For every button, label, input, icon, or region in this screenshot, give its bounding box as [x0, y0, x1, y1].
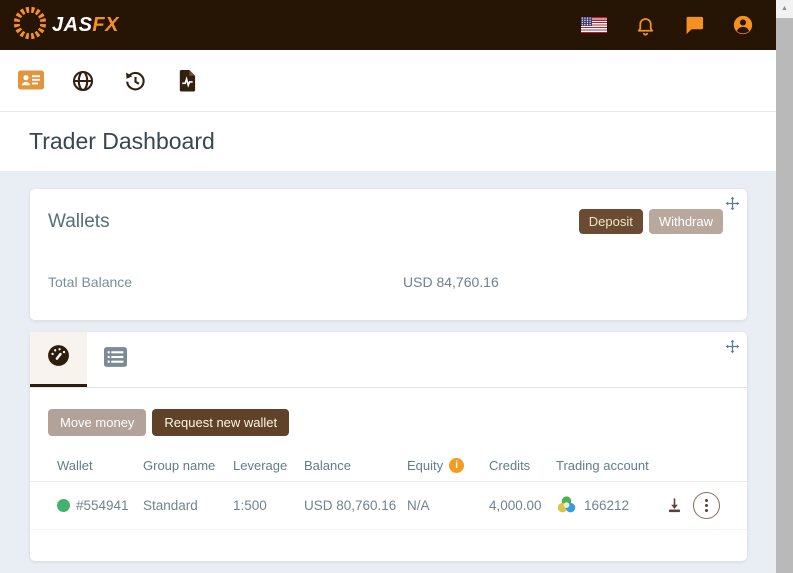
header-balance: Balance	[304, 457, 351, 473]
status-dot-icon	[57, 499, 70, 512]
wallet-actions: Move money Request new wallet	[48, 409, 747, 436]
notifications-bell-icon[interactable]	[635, 15, 656, 36]
deposit-button[interactable]: Deposit	[578, 209, 643, 234]
accounts-tabs	[30, 332, 747, 388]
header-group-name: Group name	[143, 457, 216, 473]
trading-account-cell: 166212	[556, 494, 660, 518]
leverage-cell: 1:500	[233, 498, 267, 513]
equity-cell: N/A	[407, 498, 430, 513]
credits-cell: 4,000.00	[489, 498, 542, 513]
move-money-button[interactable]: Move money	[48, 409, 147, 436]
language-flag-icon[interactable]	[581, 17, 607, 33]
balance-cell: USD 80,760.16	[304, 498, 397, 513]
topbar-actions	[581, 14, 754, 36]
accounts-card: Move money Request new wallet Wallet Gro…	[30, 332, 747, 561]
wallets-card: Wallets Deposit Withdraw Total Balance U…	[30, 189, 747, 320]
wallet-id: #554941	[76, 498, 129, 513]
mt5-platform-icon	[556, 494, 577, 518]
total-balance-value: USD 84,760.16	[403, 274, 499, 290]
move-card-icon[interactable]	[725, 196, 740, 216]
header-wallet: Wallet	[57, 457, 93, 473]
withdraw-button[interactable]: Withdraw	[648, 209, 723, 234]
main-area: JASFX Trader Dashboard Wallets Deposit W…	[0, 0, 776, 573]
scroll-up-button[interactable]: ▲	[776, 0, 793, 17]
request-new-wallet-button[interactable]: Request new wallet	[152, 409, 290, 436]
trading-account-number: 166212	[584, 498, 630, 513]
wallets-card-header: Wallets Deposit Withdraw	[48, 209, 727, 234]
logo-text: JASFX	[52, 13, 119, 36]
header-trading-account: Trading account	[556, 457, 649, 473]
logo-ring-icon	[12, 5, 48, 46]
header-credits: Credits	[489, 457, 531, 473]
download-icon[interactable]	[665, 496, 684, 515]
row-menu-kebab-icon[interactable]	[693, 492, 720, 519]
account-icon[interactable]	[732, 14, 754, 36]
list-icon	[104, 347, 127, 372]
scrollbar-thumb[interactable]	[776, 18, 793, 573]
wallet-table-row: #554941 Standard 1:500 USD 80,760.16 N/A…	[30, 482, 747, 530]
content-area: Wallets Deposit Withdraw Total Balance U…	[0, 171, 776, 572]
topbar: JASFX	[0, 0, 776, 50]
tab-list[interactable]	[87, 332, 144, 387]
header-leverage: Leverage	[233, 457, 288, 473]
chat-icon[interactable]	[684, 16, 704, 35]
row-actions	[660, 492, 720, 519]
equity-info-icon[interactable]: i	[449, 457, 465, 473]
brand-logo[interactable]: JASFX	[12, 5, 119, 46]
history-icon[interactable]	[122, 68, 148, 94]
tab-dashboard[interactable]	[30, 332, 87, 387]
scrollbar[interactable]: ▲	[776, 0, 793, 573]
page-header: Trader Dashboard	[0, 112, 776, 171]
wallet-cell: #554941	[57, 498, 143, 513]
total-balance-row: Total Balance USD 84,760.16	[48, 274, 727, 290]
group-name-cell: Standard	[143, 498, 198, 513]
globe-icon[interactable]	[70, 68, 96, 94]
total-balance-label: Total Balance	[48, 274, 133, 290]
page-title: Trader Dashboard	[29, 128, 215, 154]
wallets-table-header: Wallet Group name Leverage Balance Equit…	[30, 449, 747, 482]
speedometer-icon	[46, 343, 71, 373]
nav-toolbar	[0, 50, 776, 112]
profile-card-icon[interactable]	[18, 68, 44, 94]
wallets-card-title: Wallets	[48, 210, 110, 232]
header-equity: Equity i	[407, 457, 489, 473]
move-card-icon[interactable]	[725, 339, 740, 359]
trader-dashboard-screen: JASFX Trader Dashboard Wallets Deposit W…	[0, 0, 793, 573]
statement-file-icon[interactable]	[174, 68, 200, 94]
